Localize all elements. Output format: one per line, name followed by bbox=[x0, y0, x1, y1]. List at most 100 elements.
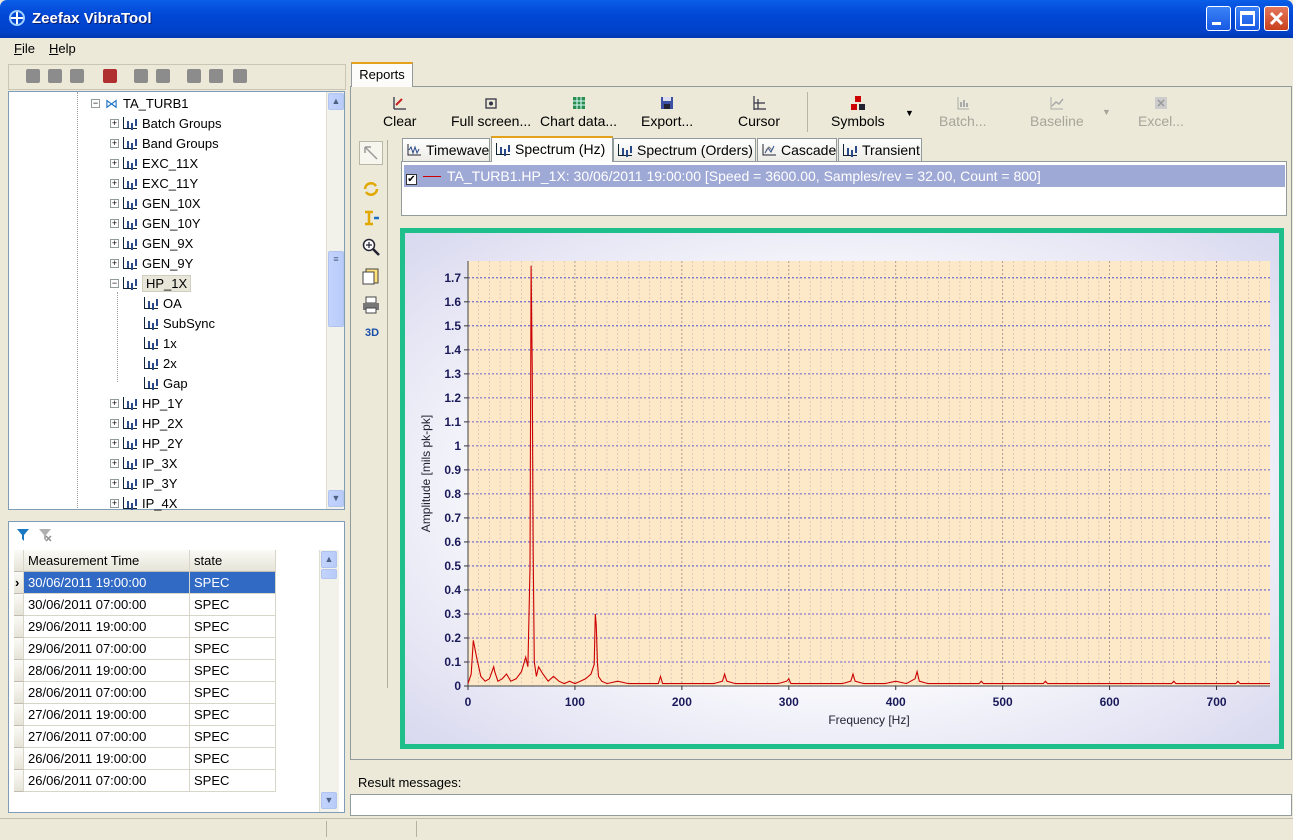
close-button[interactable] bbox=[1264, 6, 1289, 31]
grid-cell-state[interactable]: SPEC bbox=[190, 748, 276, 770]
minimize-button[interactable] bbox=[1206, 6, 1231, 31]
scroll-thumb[interactable] bbox=[321, 569, 337, 579]
row-indicator[interactable] bbox=[14, 770, 24, 792]
tree-node[interactable]: + IP_3X bbox=[110, 454, 177, 474]
properties-icon[interactable] bbox=[103, 69, 117, 83]
tree-node-child[interactable]: SubSync bbox=[144, 314, 215, 334]
refresh-icon[interactable] bbox=[361, 179, 381, 199]
legend-entry[interactable]: ✔ TA_TURB1.HP_1X: 30/06/2011 19:00:00 [Sp… bbox=[404, 165, 1285, 187]
grid-cell-state[interactable]: SPEC bbox=[190, 682, 276, 704]
tree-node[interactable]: + IP_4X bbox=[110, 494, 177, 514]
expand-icon[interactable]: + bbox=[110, 239, 119, 248]
row-indicator[interactable] bbox=[14, 704, 24, 726]
grid-cell-state[interactable]: SPEC bbox=[190, 770, 276, 792]
grid-header-state[interactable]: state bbox=[190, 550, 276, 572]
symbols-dropdown-icon[interactable]: ▼ bbox=[905, 108, 914, 118]
tab-cascade[interactable]: Cascade bbox=[757, 138, 837, 161]
grid-cell-time[interactable]: 26/06/2011 07:00:00 bbox=[24, 770, 190, 792]
row-indicator[interactable] bbox=[14, 682, 24, 704]
tab-reports[interactable]: Reports bbox=[351, 62, 413, 87]
tree-node[interactable]: + HP_1Y bbox=[110, 394, 183, 414]
grid-cell-state[interactable]: SPEC bbox=[190, 660, 276, 682]
grid-cell-state[interactable]: SPEC bbox=[190, 616, 276, 638]
expand-icon[interactable]: + bbox=[110, 399, 119, 408]
delete-node-icon[interactable] bbox=[70, 69, 84, 83]
row-indicator[interactable] bbox=[14, 660, 24, 682]
chart-data-button[interactable]: Chart data... bbox=[540, 95, 617, 129]
expand-icon[interactable]: + bbox=[110, 199, 119, 208]
scroll-down-button[interactable]: ▼ bbox=[328, 490, 344, 507]
batch-button[interactable]: Batch... bbox=[939, 95, 986, 129]
collapse-icon[interactable]: − bbox=[110, 279, 119, 288]
3d-button[interactable]: 3D bbox=[365, 327, 379, 339]
tree-node[interactable]: + HP_2X bbox=[110, 414, 183, 434]
add-node-icon[interactable] bbox=[26, 69, 40, 83]
clear-filter-icon[interactable] bbox=[38, 528, 52, 542]
grid-header-time[interactable]: Measurement Time bbox=[24, 550, 190, 572]
grid-cell-time[interactable]: 27/06/2011 19:00:00 bbox=[24, 704, 190, 726]
grid-cell-time[interactable]: 30/06/2011 19:00:00 bbox=[24, 572, 190, 594]
scroll-up-button[interactable]: ▲ bbox=[321, 551, 337, 568]
print-icon[interactable] bbox=[361, 295, 381, 315]
row-indicator[interactable]: › bbox=[14, 572, 24, 594]
fullscreen-button[interactable]: Full screen... bbox=[451, 95, 531, 129]
expand-icon[interactable]: + bbox=[110, 479, 119, 488]
expand-icon[interactable]: + bbox=[110, 159, 119, 168]
grid-cell-time[interactable]: 29/06/2011 07:00:00 bbox=[24, 638, 190, 660]
row-indicator[interactable] bbox=[14, 726, 24, 748]
export-icon[interactable] bbox=[156, 69, 170, 83]
row-indicator[interactable] bbox=[14, 748, 24, 770]
grid-cell-state[interactable]: SPEC bbox=[190, 726, 276, 748]
expand-icon[interactable]: + bbox=[110, 219, 119, 228]
expand-icon[interactable]: + bbox=[110, 459, 119, 468]
legend-checkbox[interactable]: ✔ bbox=[406, 174, 417, 185]
export-button[interactable]: Export... bbox=[641, 95, 693, 129]
cursor-button[interactable]: Cursor bbox=[738, 95, 780, 129]
grid-cell-time[interactable]: 30/06/2011 07:00:00 bbox=[24, 594, 190, 616]
stop-icon[interactable] bbox=[233, 69, 247, 83]
baseline-dropdown-icon[interactable]: ▼ bbox=[1102, 107, 1111, 117]
tree-node-root[interactable]: − ⋈ TA_TURB1 bbox=[91, 94, 189, 114]
expand-icon[interactable]: + bbox=[110, 419, 119, 428]
symbols-button[interactable]: Symbols bbox=[831, 95, 885, 129]
tree-node-child[interactable]: OA bbox=[144, 294, 182, 314]
tree-node[interactable]: + HP_2Y bbox=[110, 434, 183, 454]
zoom-icon[interactable] bbox=[361, 237, 381, 257]
grid-cell-time[interactable]: 26/06/2011 19:00:00 bbox=[24, 748, 190, 770]
grid-cell-time[interactable]: 29/06/2011 19:00:00 bbox=[24, 616, 190, 638]
scroll-down-button[interactable]: ▼ bbox=[321, 792, 337, 809]
tree-node-child[interactable]: 1x bbox=[144, 334, 177, 354]
grid-cell-state[interactable]: SPEC bbox=[190, 638, 276, 660]
spectrum-chart[interactable]: 0 0.1 0.2 0.3 0.4 0.5 0.6 0.7 0.8 0.9 1 1.1 1.2 1.3 1.… bbox=[405, 233, 1279, 744]
tree-node[interactable]: + GEN_10Y bbox=[110, 214, 201, 234]
expand-icon[interactable]: + bbox=[110, 439, 119, 448]
grid-cell-state[interactable]: SPEC bbox=[190, 594, 276, 616]
tab-spectrum-hz[interactable]: Spectrum (Hz) bbox=[491, 136, 613, 162]
tree-node-child[interactable]: 2x bbox=[144, 354, 177, 374]
tree-node[interactable]: + GEN_9Y bbox=[110, 254, 193, 274]
graph-icon[interactable] bbox=[209, 69, 223, 83]
scroll-thumb[interactable]: ≡ bbox=[328, 251, 344, 327]
tree-node[interactable]: + Band Groups bbox=[110, 134, 219, 154]
expand-icon[interactable]: + bbox=[110, 139, 119, 148]
filter-icon[interactable] bbox=[16, 528, 30, 542]
expand-icon[interactable]: + bbox=[110, 179, 119, 188]
tab-transient[interactable]: Transient bbox=[838, 138, 922, 161]
expand-icon[interactable]: + bbox=[110, 259, 119, 268]
row-indicator[interactable] bbox=[14, 594, 24, 616]
maximize-button[interactable] bbox=[1235, 6, 1260, 31]
menu-help[interactable]: Help bbox=[49, 41, 76, 56]
scroll-up-button[interactable]: ▲ bbox=[328, 93, 344, 110]
row-indicator[interactable] bbox=[14, 616, 24, 638]
collapse-icon[interactable]: − bbox=[91, 99, 100, 108]
menu-file[interactable]: File bbox=[14, 41, 35, 56]
tree-node-child[interactable]: Gap bbox=[144, 374, 188, 394]
tree-node[interactable]: + IP_3Y bbox=[110, 474, 177, 494]
report-icon[interactable] bbox=[187, 69, 201, 83]
tree-scrollbar[interactable]: ▲ ≡ ▼ bbox=[326, 92, 344, 509]
grid-cell-time[interactable]: 28/06/2011 07:00:00 bbox=[24, 682, 190, 704]
row-indicator[interactable] bbox=[14, 638, 24, 660]
expand-icon[interactable]: + bbox=[110, 119, 119, 128]
grid-cell-time[interactable]: 27/06/2011 07:00:00 bbox=[24, 726, 190, 748]
excel-button[interactable]: Excel... bbox=[1138, 95, 1184, 129]
